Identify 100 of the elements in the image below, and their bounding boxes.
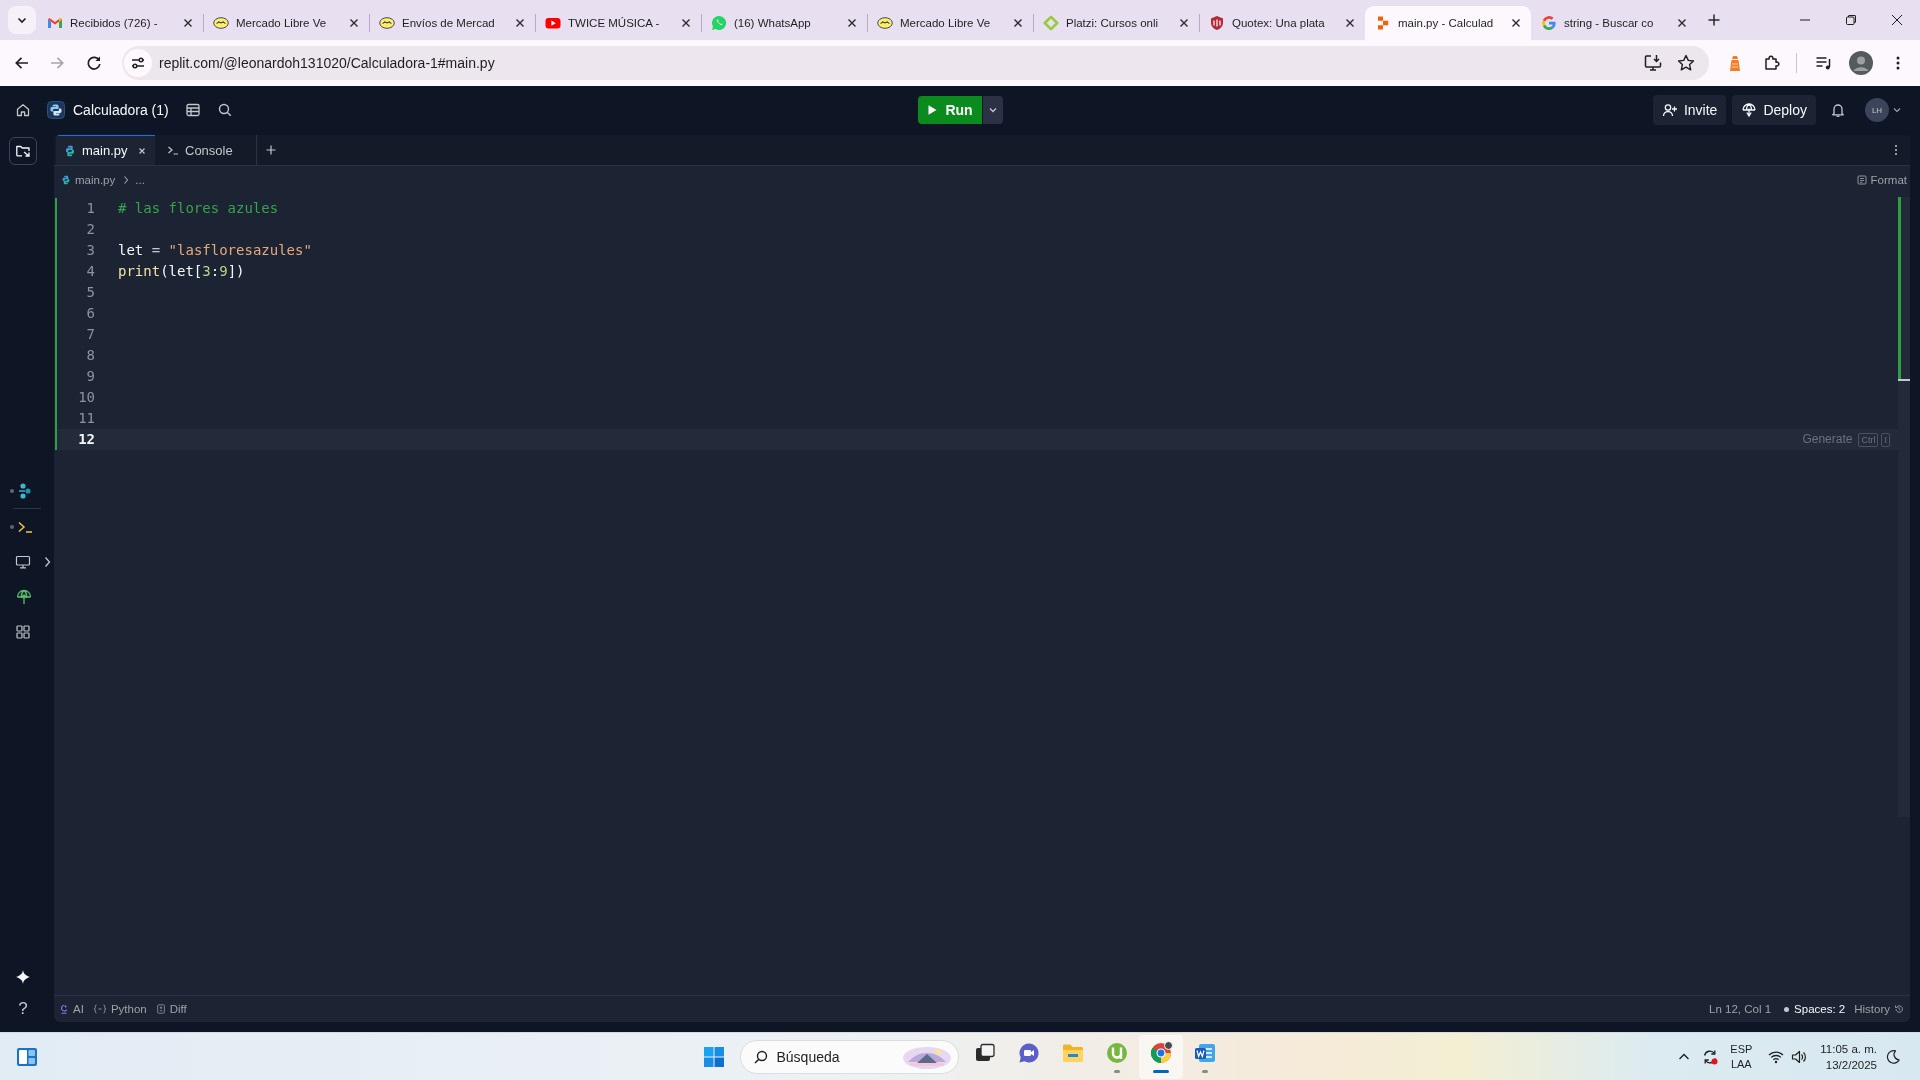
indicator-dot-icon	[10, 524, 14, 529]
deploy-button[interactable]: Deploy	[1732, 95, 1816, 125]
line-number: 10	[77, 388, 95, 407]
nodes-icon[interactable]	[16, 481, 34, 500]
url-text: replit.com/@leonardoh131020/Calculadora-1#main.py	[159, 55, 495, 71]
browser-tab[interactable]: Mercado Libre Ve	[203, 6, 369, 40]
home-icon[interactable]	[15, 102, 31, 118]
terminal-icon	[167, 144, 179, 156]
project-name[interactable]: Calculadora (1)	[73, 102, 169, 118]
line-number: 3	[85, 241, 95, 260]
monitor-icon[interactable]	[15, 553, 31, 570]
code-line[interactable]: let = "lasfloresazules"	[118, 240, 312, 261]
format-button[interactable]: Format	[1853, 174, 1910, 186]
sync-icon[interactable]	[1701, 1047, 1720, 1066]
run-options-button[interactable]	[982, 96, 1003, 124]
format-icon	[1856, 175, 1867, 185]
search-field[interactable]: Búsqueda	[739, 1039, 959, 1074]
play-icon	[926, 104, 939, 116]
address-bar[interactable]: replit.com/@leonardoh131020/Calculadora-1#main.py	[122, 46, 1709, 80]
umbrella-arrow-icon[interactable]	[15, 587, 33, 606]
clock-date[interactable]: 13/2/2025	[1825, 1056, 1877, 1073]
oval-logo-icon	[877, 15, 893, 31]
browser-tab[interactable]: TWICE MÚSICA -	[535, 6, 701, 40]
tab-search-button[interactable]	[8, 6, 36, 34]
line-number: 11	[77, 409, 95, 428]
new-tab-icon[interactable]	[1707, 13, 1721, 27]
diamond-icon	[1043, 15, 1059, 31]
install-icon[interactable]	[1643, 53, 1663, 73]
scrollbar[interactable]	[1898, 197, 1910, 817]
moon-icon[interactable]	[1885, 1048, 1901, 1065]
start-icon[interactable]	[701, 1044, 726, 1069]
browser-tab[interactable]: Mercado Libre Ve	[867, 6, 1033, 40]
status-item[interactable]: Diff	[155, 1003, 187, 1015]
browser-tab[interactable]: Recibidos (726) -	[37, 6, 203, 40]
line-number: 7	[85, 325, 95, 344]
browser-tab[interactable]: Quotex: Una plata	[1199, 6, 1365, 40]
browser-tab[interactable]: string - Buscar co	[1531, 6, 1697, 40]
invite-button[interactable]: Invite	[1652, 95, 1727, 125]
star-icon[interactable]	[1676, 53, 1696, 73]
browser-tab[interactable]: Envíos de Mercad	[369, 6, 535, 40]
sparkle-icon[interactable]	[15, 969, 31, 985]
play-icon	[545, 15, 561, 31]
history-button[interactable]: History	[1854, 1003, 1904, 1015]
line-number: 4	[85, 262, 95, 281]
restore-icon[interactable]	[1845, 14, 1857, 26]
bell-icon[interactable]	[1830, 102, 1846, 118]
chevron-right-icon[interactable]	[44, 555, 51, 568]
breadcrumb-more[interactable]: ...	[135, 174, 145, 186]
clock-time[interactable]: 11:05 a. m.	[1820, 1040, 1877, 1057]
file-icon	[61, 175, 71, 185]
run-button[interactable]: Run	[917, 96, 982, 124]
browser-tab[interactable]: main.py - Calculad	[1365, 6, 1531, 40]
editor-tab[interactable]: main.py	[56, 135, 155, 165]
search-icon[interactable]	[216, 102, 233, 118]
close-icon[interactable]	[137, 145, 147, 156]
keyboard-layout[interactable]: LAA	[1730, 1056, 1752, 1072]
line-number: 2	[85, 220, 95, 239]
profile-avatar-icon[interactable]	[1849, 51, 1873, 75]
site-settings-icon[interactable]	[124, 49, 152, 77]
indentation-setting[interactable]: Spaces: 2	[1794, 1003, 1846, 1015]
chevron-down-icon[interactable]	[1892, 105, 1902, 115]
puzzle-icon[interactable]	[1762, 53, 1782, 73]
code-line[interactable]: print(let[3:9])	[118, 261, 245, 282]
status-item[interactable]: Python	[92, 1003, 147, 1015]
key-hint: Ctrl	[1858, 432, 1879, 447]
browser-icon	[1148, 1040, 1173, 1065]
g-logo-icon	[1541, 15, 1557, 31]
cursor-position[interactable]: Ln 12, Col 1	[1709, 1003, 1772, 1015]
line-number: 6	[85, 304, 95, 323]
project-icon[interactable]	[47, 101, 65, 119]
line-number: 1	[85, 199, 95, 218]
diff-icon	[155, 1004, 166, 1014]
folder-icon	[15, 143, 31, 159]
volume-icon[interactable]	[1791, 1048, 1808, 1065]
layout-icon[interactable]	[184, 102, 201, 118]
editor-tab[interactable]: Console	[159, 135, 257, 165]
umbrella-arrow-icon	[1741, 102, 1758, 118]
input-language[interactable]: ESP	[1730, 1041, 1753, 1057]
file-icon	[64, 144, 76, 157]
browser-tab[interactable]: Platzi: Cursos onli	[1033, 6, 1199, 40]
generate-hint: Generate	[1802, 431, 1853, 448]
code-line[interactable]: # las flores azules	[118, 198, 279, 219]
breadcrumb-file[interactable]: main.py	[75, 174, 116, 186]
indicator-dot-icon	[10, 488, 14, 493]
running-indicator	[1152, 1069, 1169, 1073]
reload-icon[interactable]	[85, 54, 103, 72]
search-icon	[752, 1048, 769, 1065]
status-item[interactable]: AI	[59, 1003, 84, 1015]
add-tab-icon[interactable]	[265, 144, 277, 156]
line-number: 12	[77, 430, 95, 449]
close-icon[interactable]	[1891, 14, 1903, 26]
chat-icon	[711, 15, 727, 31]
help-button[interactable]: ?	[18, 999, 28, 1019]
oval-logo-icon	[213, 15, 229, 31]
status-dot-icon	[1784, 1006, 1790, 1012]
grid-icon[interactable]	[15, 623, 31, 640]
braces-icon	[92, 1004, 107, 1014]
browser-tab[interactable]: (16) WhatsApp	[701, 6, 867, 40]
user-avatar[interactable]: LH	[1865, 98, 1889, 122]
files-button[interactable]	[9, 137, 37, 165]
